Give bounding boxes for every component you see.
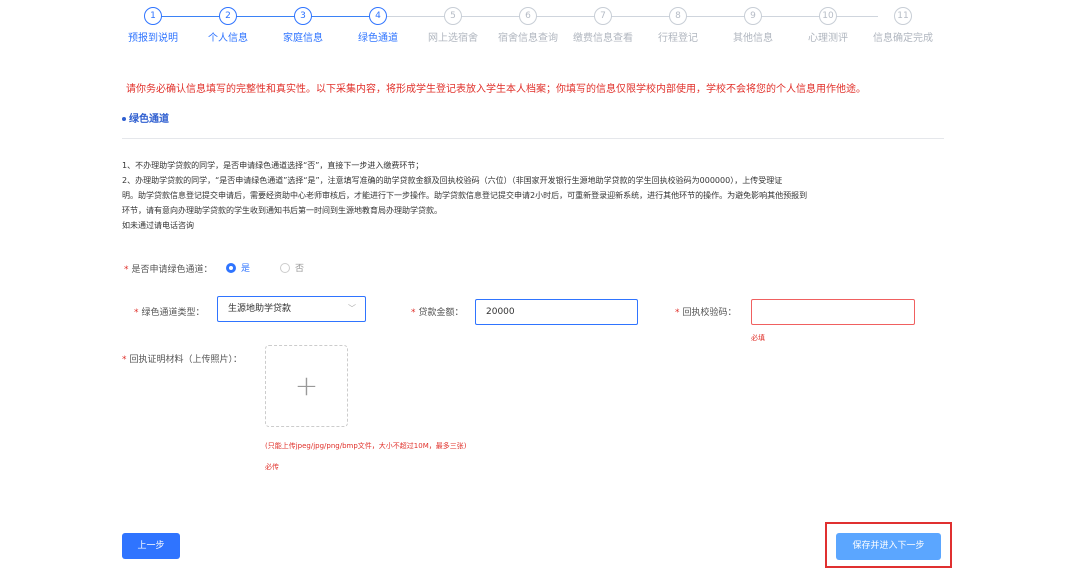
required-mark: *	[124, 265, 129, 275]
privacy-notice: 请你务必确认信息填写的完整性和真实性。以下采集内容，将形成学生登记表放入学生本人…	[126, 84, 866, 95]
amount-label-text: 贷款金额：	[418, 308, 464, 318]
step-label: 其他信息	[733, 33, 773, 44]
step-2[interactable]: 2 个人信息	[190, 6, 266, 44]
code-label-text: 回执校验码：	[682, 308, 737, 318]
apply-label-text: 是否申请绿色通道：	[131, 265, 213, 275]
receipt-code-error: 必填	[751, 334, 765, 342]
step-7[interactable]: 7 缴费信息查看	[565, 6, 641, 44]
step-number: 11	[894, 7, 912, 25]
step-label: 心理测评	[808, 33, 848, 44]
step-number: 2	[219, 7, 237, 25]
step-label: 信息确定完成	[873, 33, 933, 44]
loan-amount-label: * 贷款金额：	[411, 305, 464, 318]
instruction-line: 1、不办理助学贷款的同学，是否申请绿色通道选择“否”，直接下一步进入缴费环节；	[122, 161, 424, 170]
section-title: 绿色通道	[122, 110, 169, 125]
step-label: 个人信息	[208, 33, 248, 44]
loan-amount-input[interactable]: 20000	[475, 299, 638, 325]
bullet-icon	[122, 117, 126, 121]
step-number: 6	[519, 7, 537, 25]
apply-radio-group: 是 否	[226, 261, 334, 274]
receipt-code-label: * 回执校验码：	[675, 305, 737, 318]
upload-box[interactable]: +	[265, 345, 348, 427]
instructions: 1、不办理助学贷款的同学，是否申请绿色通道选择“否”，直接下一步进入缴费环节； …	[122, 158, 952, 233]
required-mark: *	[411, 308, 416, 318]
radio-no-label[interactable]: 否	[295, 261, 304, 274]
type-label-text: 绿色通道类型：	[141, 308, 205, 318]
step-1[interactable]: 1 预报到说明	[115, 6, 191, 44]
step-number: 10	[819, 7, 837, 25]
step-number: 5	[444, 7, 462, 25]
apply-green-channel-label: * 是否申请绿色通道：	[124, 262, 213, 275]
step-10[interactable]: 10 心理测评	[790, 6, 866, 44]
step-11[interactable]: 11 信息确定完成	[865, 6, 941, 44]
section-title-text: 绿色通道	[129, 114, 169, 125]
step-label: 家庭信息	[283, 33, 323, 44]
radio-yes-label[interactable]: 是	[241, 261, 250, 274]
progress-stepper: 1 预报到说明 2 个人信息 3 家庭信息 4 绿色通道 5 网上选宿舍 6 宿…	[120, 6, 950, 50]
section-divider	[122, 138, 944, 139]
previous-step-button[interactable]: 上一步	[122, 533, 180, 559]
upload-label-text: 回执证明材料（上传照片）：	[129, 355, 243, 365]
required-mark: *	[134, 308, 139, 318]
save-and-next-button[interactable]: 保存并进入下一步	[836, 533, 941, 560]
required-mark: *	[122, 355, 127, 365]
instruction-line: 环节，请有意向办理助学贷款的学生收到通知书后第一时间到生源地教育局办理助学贷款。	[122, 206, 442, 215]
step-3[interactable]: 3 家庭信息	[265, 6, 341, 44]
channel-type-select[interactable]: 生源地助学贷款 ﹀	[217, 296, 366, 322]
step-label: 预报到说明	[128, 33, 178, 44]
instruction-line: 明。助学贷款信息登记提交申请后，需要经资助中心老师审核后，才能进行下一步操作。助…	[122, 191, 808, 200]
chevron-down-icon: ﹀	[348, 304, 356, 313]
step-label: 绿色通道	[358, 33, 398, 44]
step-number: 9	[744, 7, 762, 25]
required-mark: *	[675, 308, 680, 318]
step-6[interactable]: 6 宿舍信息查询	[490, 6, 566, 44]
upload-label: * 回执证明材料（上传照片）：	[122, 352, 242, 365]
step-5[interactable]: 5 网上选宿舍	[415, 6, 491, 44]
step-number: 3	[294, 7, 312, 25]
step-8[interactable]: 8 行程登记	[640, 6, 716, 44]
step-label: 行程登记	[658, 33, 698, 44]
step-9[interactable]: 9 其他信息	[715, 6, 791, 44]
step-label: 缴费信息查看	[573, 33, 633, 44]
instruction-line: 如未通过请电话咨询	[122, 221, 194, 230]
step-4[interactable]: 4 绿色通道	[340, 6, 416, 44]
upload-hint: (只能上传jpeg/jpg/png/bmp文件，大小不超过10M，最多三张)	[265, 442, 467, 450]
upload-error: 必传	[265, 463, 279, 471]
radio-no[interactable]	[280, 262, 291, 273]
channel-type-value: 生源地助学贷款	[228, 304, 292, 314]
step-number: 7	[594, 7, 612, 25]
step-label: 宿舍信息查询	[498, 33, 558, 44]
radio-yes[interactable]	[226, 262, 236, 273]
step-number: 1	[144, 7, 162, 25]
instruction-line: 2、办理助学贷款的同学，“是否申请绿色通道”选择“是”，注意填写准确的助学贷款金…	[122, 176, 783, 185]
plus-icon: +	[294, 369, 319, 402]
step-label: 网上选宿舍	[428, 33, 478, 44]
step-number: 8	[669, 7, 687, 25]
channel-type-label: * 绿色通道类型：	[134, 305, 205, 318]
step-number: 4	[369, 7, 387, 25]
receipt-code-input[interactable]	[751, 299, 915, 325]
